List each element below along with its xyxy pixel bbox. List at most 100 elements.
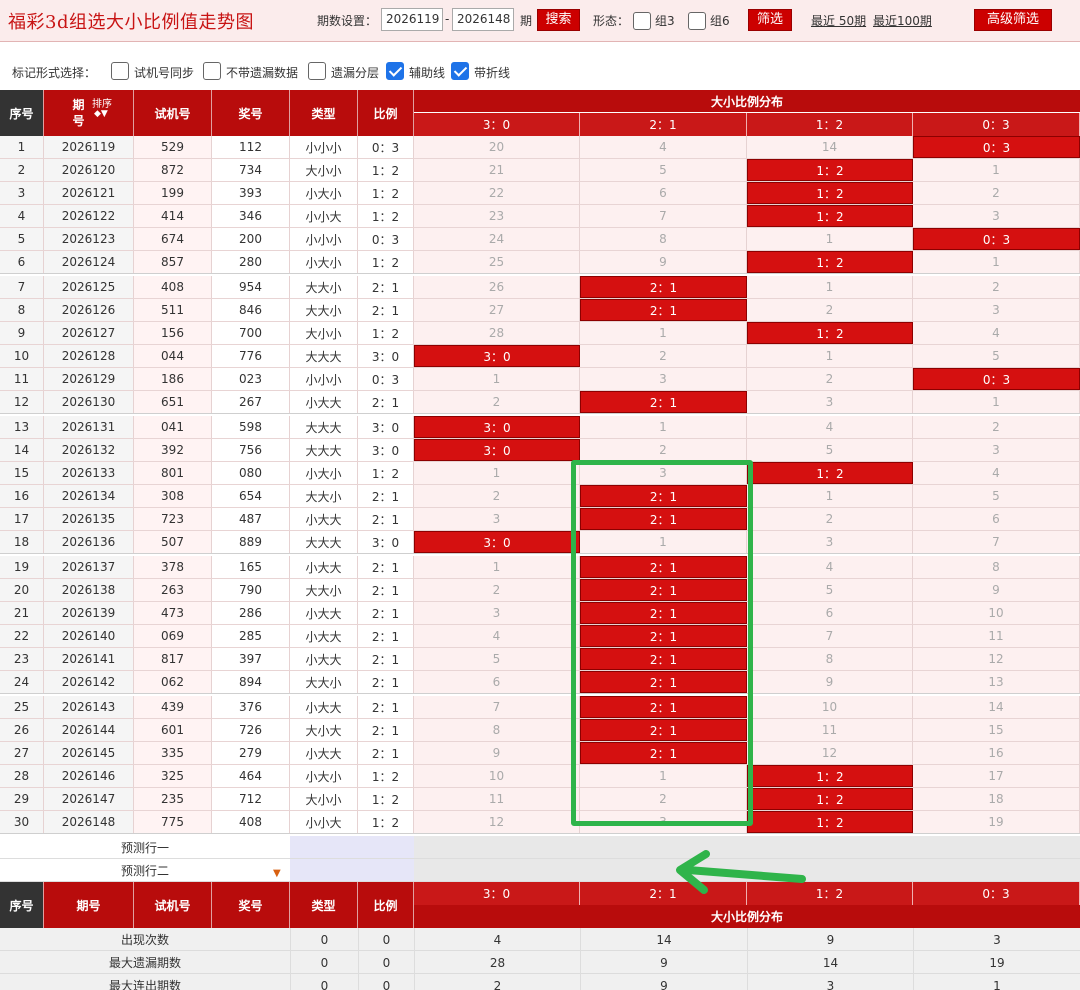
- row-prize-cell: 346: [212, 205, 290, 227]
- expand-arrow-icon[interactable]: ▼: [273, 868, 281, 879]
- row-trial-cell: 062: [134, 671, 212, 693]
- filter-button[interactable]: 筛选: [748, 9, 792, 31]
- row-seq-cell: 5: [0, 228, 44, 250]
- row-trial-cell: 507: [134, 531, 212, 553]
- top-bar: 福彩3d组选大小比例值走势图 期数设置： 2026119 - 2026148 期…: [0, 0, 1080, 42]
- dist-omit-cell: 11: [913, 625, 1080, 647]
- row-seq-cell: 18: [0, 531, 44, 553]
- footer-col-03: 0：3: [913, 882, 1080, 905]
- dist-omit-cell: 3: [414, 508, 580, 530]
- row-seq-cell: 13: [0, 416, 44, 438]
- row-prize-cell: 080: [212, 462, 290, 484]
- row-ratio-cell: 2：1: [358, 648, 414, 670]
- row-trial-cell: 439: [134, 696, 212, 718]
- stats-label: 最大连出期数: [108, 979, 181, 990]
- row-type-cell: 大大小: [290, 671, 358, 693]
- option-checkbox-trial-sync[interactable]: [111, 62, 129, 80]
- dist-omit-cell: 3: [913, 299, 1080, 321]
- footer-col-12: 1：2: [747, 882, 913, 905]
- dist-omit-cell: 5: [747, 579, 913, 601]
- sort-control[interactable]: 排序 ◆▼: [92, 100, 112, 119]
- advanced-filter-button[interactable]: 高级筛选: [974, 9, 1052, 31]
- row-type-cell: 大大小: [290, 299, 358, 321]
- row-prize-cell: 286: [212, 602, 290, 624]
- dist-omit-cell: 4: [913, 322, 1080, 344]
- prediction-input-area[interactable]: [290, 836, 414, 859]
- row-type-cell: 小大大: [290, 556, 358, 578]
- header-period[interactable]: 期号: [44, 90, 134, 136]
- row-trial-cell: 511: [134, 299, 212, 321]
- period-from-input[interactable]: 2026119: [381, 8, 443, 31]
- dist-hit-cell: 2：1: [580, 299, 747, 321]
- zu6-checkbox[interactable]: [688, 12, 706, 30]
- row-trial-cell: 235: [134, 788, 212, 810]
- option-label-guide-line: 辅助线: [409, 66, 446, 80]
- row-ratio-cell: 0：3: [358, 368, 414, 390]
- row-type-cell: 小大大: [290, 696, 358, 718]
- dist-omit-cell: 5: [747, 439, 913, 461]
- dist-hit-cell: 0：3: [913, 368, 1080, 390]
- dist-omit-cell: 2: [414, 391, 580, 413]
- prediction-row[interactable]: 预测行二 ▼: [0, 859, 1080, 882]
- row-period-cell: 2026140: [44, 625, 134, 647]
- prediction-distribution-area[interactable]: [414, 836, 1080, 859]
- stats-dist-value: 1: [913, 974, 1080, 990]
- row-prize-cell: 894: [212, 671, 290, 693]
- row-type-cell: 大小小: [290, 159, 358, 181]
- table-row: 7 2026125 408 954 大大小 2：1 26 2：1 1 2: [0, 276, 1080, 299]
- row-ratio-cell: 1：2: [358, 205, 414, 227]
- option-checkbox-omit-layer[interactable]: [308, 62, 326, 80]
- row-seq-cell: 15: [0, 462, 44, 484]
- dist-omit-cell: 3: [913, 439, 1080, 461]
- stats-ratio-value: 0: [358, 928, 414, 951]
- row-period-cell: 2026145: [44, 742, 134, 764]
- table-row: 5 2026123 674 200 小小小 0：3 24 8 1 0：3: [0, 228, 1080, 251]
- recent100-link[interactable]: 最近100期: [873, 12, 932, 29]
- footer-period: 期号: [44, 882, 134, 928]
- row-period-cell: 2026123: [44, 228, 134, 250]
- prediction-input-area[interactable]: [290, 859, 414, 882]
- option-checkbox-polyline[interactable]: [451, 62, 469, 80]
- dist-hit-cell: 1：2: [747, 251, 913, 273]
- zu3-label: 组3: [655, 14, 675, 28]
- dist-omit-cell: 1: [747, 345, 913, 367]
- stats-dist-value: 19: [913, 951, 1080, 974]
- table-row: 25 2026143 439 376 小大大 2：1 7 2：1 10 14: [0, 696, 1080, 719]
- dist-hit-cell: 1：2: [747, 462, 913, 484]
- table-row: 17 2026135 723 487 小大大 2：1 3 2：1 2 6: [0, 508, 1080, 531]
- row-seq-cell: 30: [0, 811, 44, 833]
- row-trial-cell: 857: [134, 251, 212, 273]
- table-row: 6 2026124 857 280 小大小 1：2 25 9 1：2 1: [0, 251, 1080, 274]
- dist-hit-cell: 1：2: [747, 811, 913, 833]
- row-period-cell: 2026131: [44, 416, 134, 438]
- option-checkbox-guide-line[interactable]: [386, 62, 404, 80]
- period-to-input[interactable]: 2026148: [452, 8, 514, 31]
- header-col-12: 1：2: [747, 113, 913, 136]
- row-seq-cell: 23: [0, 648, 44, 670]
- prediction-row[interactable]: 预测行一: [0, 836, 1080, 859]
- stats-type-value: 0: [290, 951, 358, 974]
- dist-omit-cell: 25: [414, 251, 580, 273]
- prediction-distribution-area[interactable]: [414, 859, 1080, 882]
- dist-omit-cell: 15: [913, 719, 1080, 741]
- row-type-cell: 小小大: [290, 205, 358, 227]
- row-trial-cell: 186: [134, 368, 212, 390]
- row-prize-cell: 279: [212, 742, 290, 764]
- row-period-cell: 2026138: [44, 579, 134, 601]
- row-period-cell: 2026148: [44, 811, 134, 833]
- header-col-30: 3：0: [414, 113, 580, 136]
- dist-omit-cell: 28: [414, 322, 580, 344]
- table-row: 3 2026121 199 393 小大小 1：2 22 6 1：2 2: [0, 182, 1080, 205]
- row-ratio-cell: 0：3: [358, 228, 414, 250]
- header-seq: 序号: [0, 90, 44, 136]
- dist-omit-cell: 17: [913, 765, 1080, 787]
- footer-prize: 奖号: [212, 882, 290, 928]
- recent50-link[interactable]: 最近 50期: [811, 12, 866, 29]
- row-prize-cell: 756: [212, 439, 290, 461]
- table-row: 22 2026140 069 285 小大大 2：1 4 2：1 7 11: [0, 625, 1080, 648]
- dist-omit-cell: 19: [913, 811, 1080, 833]
- option-checkbox-no-omit[interactable]: [203, 62, 221, 80]
- zu3-checkbox[interactable]: [633, 12, 651, 30]
- search-button[interactable]: 搜索: [537, 9, 580, 31]
- option-label-omit-layer: 遗漏分层: [331, 66, 380, 80]
